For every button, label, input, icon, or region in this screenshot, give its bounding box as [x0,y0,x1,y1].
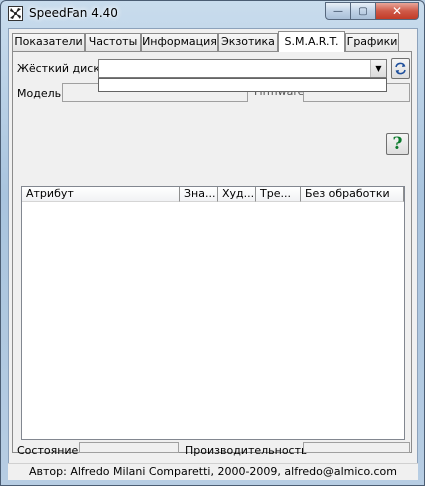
help-icon: ? [392,134,403,154]
help-button[interactable]: ? [386,133,409,155]
minimize-icon: — [333,5,343,17]
column-header-threshold[interactable]: Тре... [256,187,301,202]
state-field [79,442,179,453]
column-header-raw[interactable]: Без обработки [301,187,404,202]
table-header: Атрибут Зна... Худ... Тре... Без обработ… [22,187,404,202]
author-credit: Автор: Alfredo Milani Comparetti, 2000-2… [28,465,397,478]
tab-smart[interactable]: S.M.A.R.T. [278,31,345,52]
tab-info[interactable]: Информация [141,33,218,51]
performance-field [303,442,410,453]
tab-exotics[interactable]: Экзотика [218,33,278,51]
minimize-button[interactable]: — [325,2,351,20]
client-area: Показатели Частоты Информация Экзотика S… [8,28,418,478]
performance-label: Производительность [185,444,308,457]
column-header-worst[interactable]: Худ... [218,187,256,202]
refresh-button[interactable] [391,58,410,79]
state-label: Состояние [17,444,79,457]
maximize-button[interactable]: ▢ [351,2,376,20]
maximize-icon: ▢ [358,5,368,17]
model-label: Модель [17,87,62,100]
column-header-attribute[interactable]: Атрибут [22,187,180,202]
title-bar[interactable]: SpeedFan 4.40 — ▢ ✕ [1,1,424,27]
smart-attributes-table[interactable]: Атрибут Зна... Худ... Тре... Без обработ… [21,186,405,440]
app-window: SpeedFan 4.40 — ▢ ✕ Показатели Частоты И… [0,0,425,486]
close-button[interactable]: ✕ [376,2,419,20]
close-icon: ✕ [391,4,403,18]
tab-indicators[interactable]: Показатели [12,33,85,51]
hard-disk-dropdown-list[interactable] [98,78,387,92]
window-title: SpeedFan 4.40 [29,6,118,20]
chevron-down-icon[interactable]: ▼ [370,60,386,77]
hard-disk-label: Жёсткий диск [17,62,100,75]
status-bar: Автор: Alfredo Milani Comparetti, 2000-2… [8,463,418,480]
speedfan-fan-icon[interactable] [8,6,23,21]
hard-disk-combobox[interactable]: ▼ [98,59,387,78]
refresh-icon [395,62,406,75]
column-header-value[interactable]: Зна... [180,187,218,202]
tab-charts[interactable]: Графики [345,33,399,51]
tab-frequencies[interactable]: Частоты [85,33,141,51]
smart-tab-page: Жёсткий диск ▼ Модель Firmware [12,51,412,457]
